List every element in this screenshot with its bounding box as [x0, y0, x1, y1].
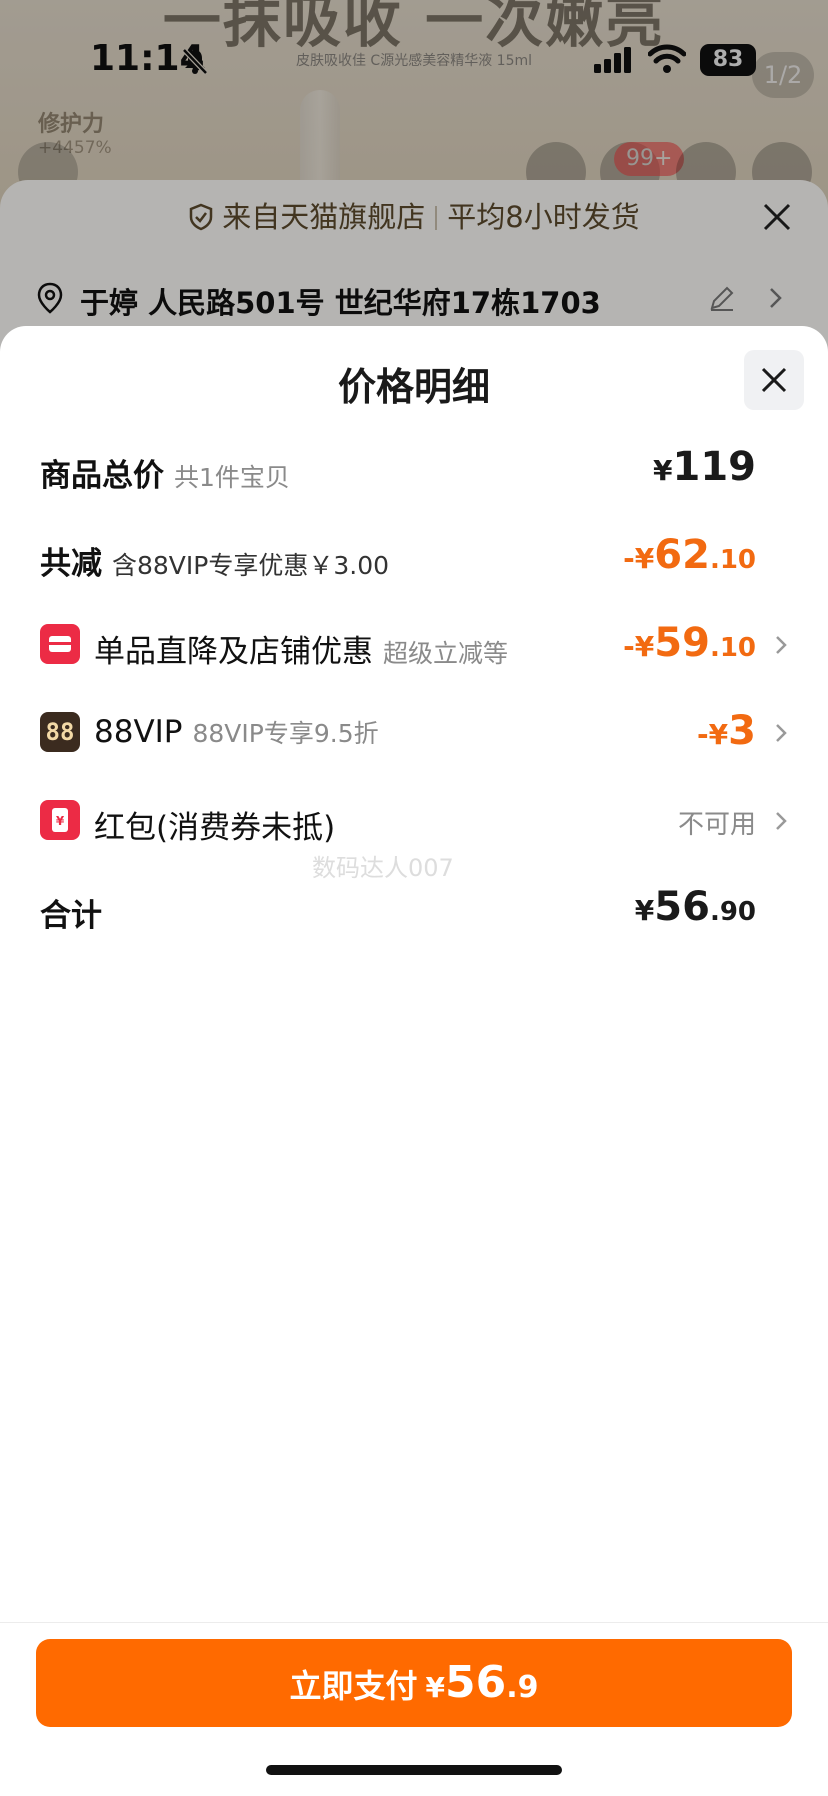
shield-check-icon: [190, 203, 213, 231]
close-button[interactable]: [744, 350, 804, 410]
store-discount-price: -¥59.10: [623, 620, 756, 666]
sum-label: 合计: [40, 898, 102, 934]
vip-label: 88VIP: [94, 714, 183, 750]
address-text: 于婷 人民路501号 世纪华府17栋1703: [80, 286, 601, 320]
panel-title: 价格明细: [337, 365, 490, 409]
vip-88-icon: 88: [40, 712, 80, 752]
store-discount-note: 超级立减等: [383, 639, 509, 668]
chevron-right-icon: [776, 636, 787, 654]
goods-total-price: ¥119: [653, 444, 756, 490]
store-guarantee: 来自天猫旗舰店 平均8小时发货: [0, 194, 828, 236]
home-indicator: [266, 1765, 562, 1775]
goods-count: 共1件宝贝: [174, 463, 290, 492]
store-discount-label: 单品直降及店铺优惠: [94, 634, 373, 670]
close-icon: [761, 367, 787, 393]
price-detail-panel: 价格明细 数码达人007 商品总价 共1件宝贝 ¥119 共减 含88VIP专享优惠…: [0, 326, 828, 1796]
divider: [435, 206, 438, 230]
watermark: 数码达人007: [312, 854, 454, 882]
svg-text:¥: ¥: [56, 814, 65, 828]
red-packet-icon: ¥: [40, 800, 80, 840]
sum-price: ¥56.90: [634, 884, 756, 930]
vip-discount-price: -¥3: [697, 708, 756, 754]
edit-pencil-icon[interactable]: [708, 284, 736, 312]
pay-now-button[interactable]: 立即支付 ¥56.9: [36, 1639, 792, 1727]
row-red-packet[interactable]: ¥ 红包(消费券未抵) 不可用: [40, 798, 788, 848]
row-store-discount[interactable]: 单品直降及店铺优惠 超级立减等 -¥59.10: [40, 620, 788, 672]
total-discount-label: 共减: [40, 546, 102, 582]
guarantee-shipping: 平均8小时发货: [447, 200, 640, 234]
chevron-right-icon: [776, 724, 787, 742]
discount-note: 含88VIP专享优惠￥3.00: [112, 551, 390, 580]
close-icon[interactable]: [762, 202, 792, 232]
store-icon: [40, 624, 80, 664]
row-sum: 合计 ¥56.90: [40, 884, 788, 936]
red-packet-label: 红包(消费券未抵): [94, 810, 336, 846]
vip-note: 88VIP专享9.5折: [192, 719, 379, 748]
row-88vip[interactable]: 88 88VIP 88VIP专享9.5折 -¥3: [40, 708, 788, 760]
goods-total-label: 商品总价: [40, 458, 164, 494]
row-total-discount: 共减 含88VIP专享优惠￥3.00 -¥62.10: [40, 532, 788, 584]
chevron-right-icon: [776, 812, 787, 830]
address-row[interactable]: 于婷 人民路501号 世纪华府17栋1703: [36, 280, 792, 320]
total-discount-price: -¥62.10: [623, 532, 756, 578]
red-packet-status: 不可用: [677, 810, 756, 840]
guarantee-source: 来自天猫旗舰店: [222, 200, 426, 234]
location-pin-icon: [37, 282, 63, 314]
chevron-right-icon: [770, 288, 782, 308]
bottom-pay-bar: 立即支付 ¥56.9: [0, 1622, 828, 1796]
row-goods-total: 商品总价 共1件宝贝 ¥119: [40, 444, 788, 496]
